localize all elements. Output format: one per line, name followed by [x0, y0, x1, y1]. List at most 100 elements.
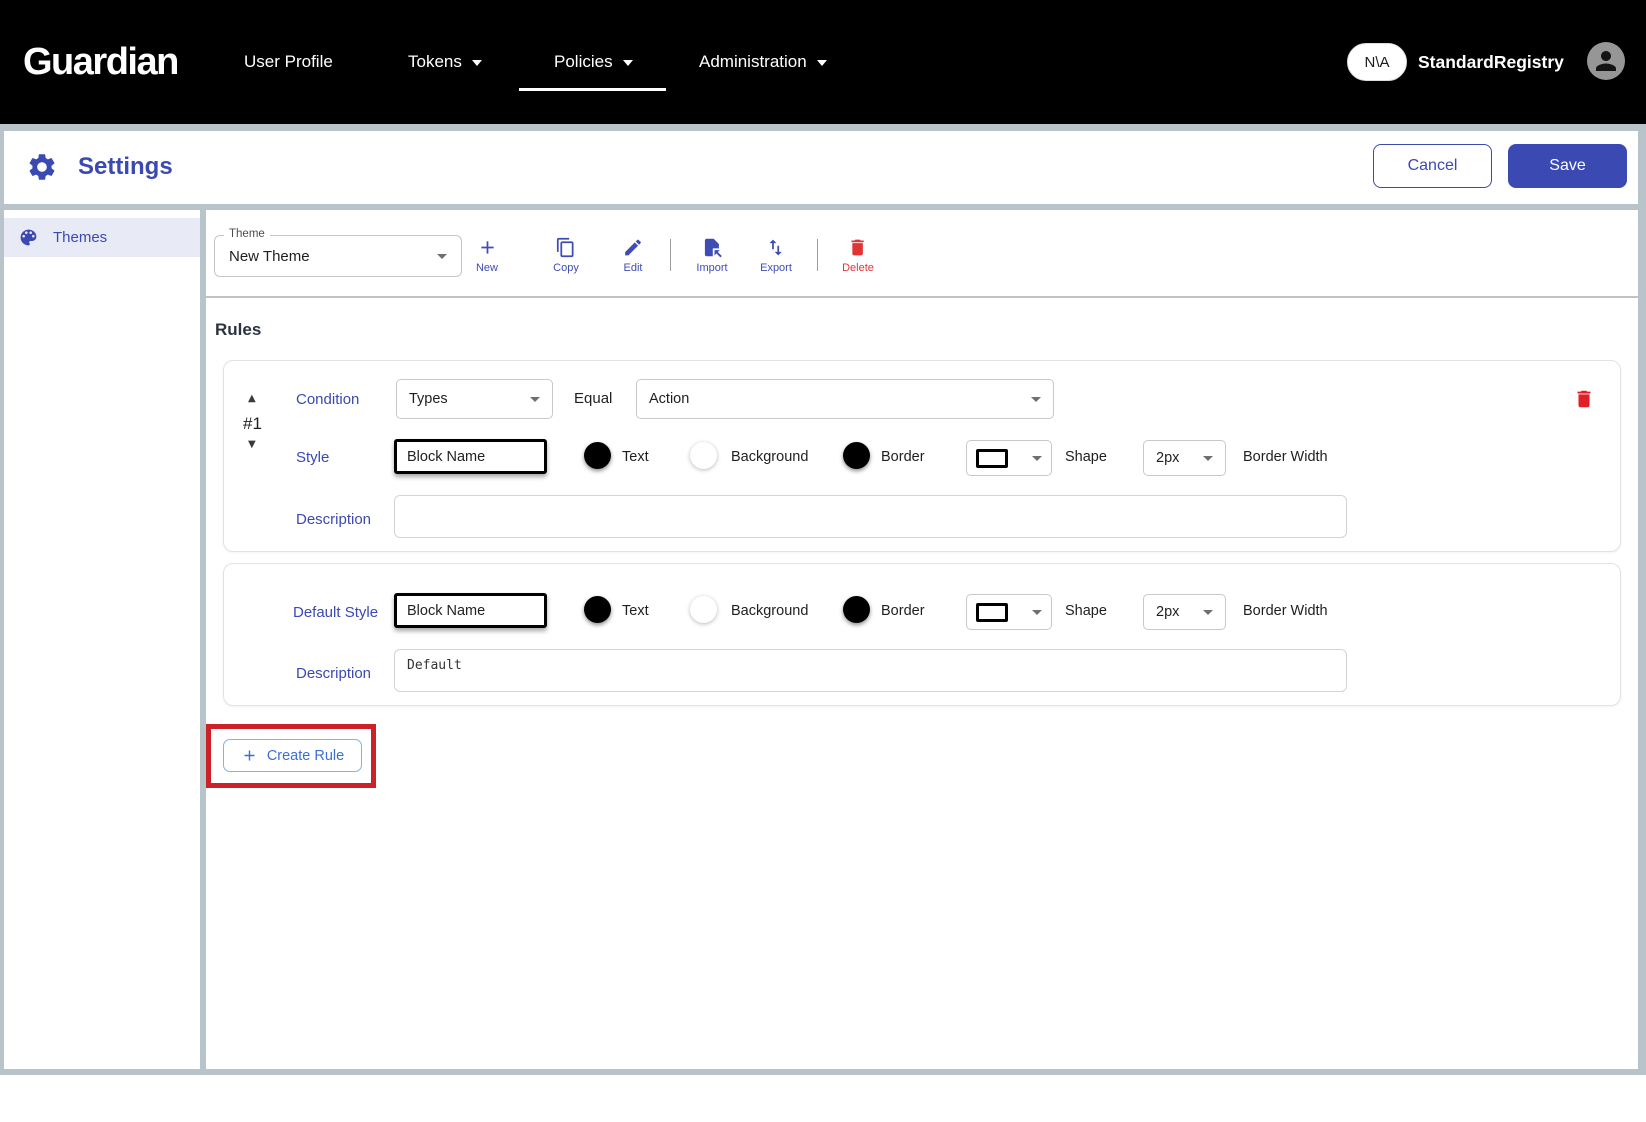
block-name-input[interactable] — [394, 593, 547, 628]
nav-label: Administration — [699, 52, 807, 72]
condition-type-value: Types — [409, 391, 448, 407]
chevron-down-icon — [1032, 456, 1042, 461]
toolbar-divider — [206, 296, 1638, 298]
default-style-card: Default Style Text Background Border Sha… — [223, 563, 1621, 706]
border-width-select[interactable]: 2px — [1143, 440, 1226, 476]
avatar[interactable] — [1587, 42, 1625, 80]
cancel-button[interactable]: Cancel — [1373, 144, 1492, 188]
border-color-swatch[interactable] — [843, 442, 870, 469]
sidebar-divider — [200, 210, 206, 1069]
trash-icon — [847, 237, 868, 258]
style-label: Style — [296, 449, 329, 466]
rectangle-swatch — [976, 449, 1008, 468]
shape-select[interactable] — [966, 594, 1052, 630]
text-swatch-label: Text — [622, 449, 649, 465]
rules-heading: Rules — [215, 320, 261, 340]
block-name-input[interactable] — [394, 439, 547, 474]
delete-theme-button[interactable]: Delete — [842, 237, 874, 274]
border-color-swatch[interactable] — [843, 596, 870, 623]
tool-label: Delete — [842, 262, 874, 274]
nav-label: Policies — [554, 52, 613, 72]
import-export-icon — [765, 237, 786, 258]
frame-border — [0, 124, 4, 1075]
trash-icon — [1573, 388, 1595, 410]
text-color-swatch[interactable] — [584, 596, 611, 623]
condition-type-select[interactable]: Types — [396, 379, 553, 419]
frame-border — [1638, 124, 1646, 1075]
border-swatch-label: Border — [881, 449, 925, 465]
nav-policies[interactable]: Policies — [554, 0, 633, 124]
background-color-swatch[interactable] — [690, 442, 717, 469]
chevron-down-icon — [1032, 610, 1042, 615]
gear-icon — [26, 151, 58, 188]
default-description-input[interactable]: Default — [394, 649, 1347, 692]
background-swatch-label: Background — [731, 449, 808, 465]
chevron-down-icon — [530, 397, 540, 402]
rule-index: #1 — [243, 414, 262, 434]
text-swatch-label: Text — [622, 603, 649, 619]
shape-select[interactable] — [966, 440, 1052, 476]
border-width-select[interactable]: 2px — [1143, 594, 1226, 630]
file-import-icon — [702, 237, 723, 258]
username-label: StandardRegistry — [1418, 0, 1564, 124]
condition-value-select[interactable]: Action — [636, 379, 1054, 419]
save-button[interactable]: Save — [1508, 144, 1627, 188]
brand-logo[interactable]: Guardian — [23, 0, 178, 124]
theme-select[interactable]: New Theme — [214, 235, 462, 277]
tool-label: Export — [760, 262, 792, 274]
default-style-label: Default Style — [293, 604, 378, 621]
export-theme-button[interactable]: Export — [760, 237, 792, 274]
chevron-down-icon — [817, 60, 827, 66]
background-color-swatch[interactable] — [690, 596, 717, 623]
nav-user-profile[interactable]: User Profile — [244, 0, 333, 124]
create-rule-button[interactable]: Create Rule — [223, 739, 362, 772]
app-window: Guardian User Profile Tokens Policies Ad… — [0, 0, 1646, 1122]
description-label: Description — [296, 665, 371, 682]
copy-theme-button[interactable]: Copy — [553, 237, 579, 274]
text-color-swatch[interactable] — [584, 442, 611, 469]
palette-icon — [18, 227, 39, 248]
tool-label: Copy — [553, 262, 579, 274]
border-width-label: Border Width — [1243, 603, 1328, 619]
sidebar-item-themes[interactable]: Themes — [4, 218, 200, 257]
nav-tokens[interactable]: Tokens — [408, 0, 482, 124]
border-width-label: Border Width — [1243, 449, 1328, 465]
frame-border — [0, 124, 1646, 131]
border-swatch-label: Border — [881, 603, 925, 619]
edit-theme-button[interactable]: Edit — [623, 237, 644, 274]
header-divider — [4, 204, 1638, 210]
chevron-down-icon — [623, 60, 633, 66]
tool-label: Edit — [624, 262, 643, 274]
person-icon — [1591, 46, 1621, 76]
import-theme-button[interactable]: Import — [696, 237, 727, 274]
chevron-down-icon — [1203, 610, 1213, 615]
nav-label: Tokens — [408, 52, 462, 72]
move-rule-down-button[interactable]: ▼ — [248, 440, 256, 450]
balance-badge: N\A — [1347, 43, 1407, 81]
new-theme-button[interactable]: New — [476, 237, 498, 274]
chevron-down-icon — [1031, 397, 1041, 402]
condition-value: Action — [649, 391, 689, 407]
create-rule-label: Create Rule — [267, 748, 344, 764]
page-title: Settings — [78, 153, 173, 181]
nav-label: User Profile — [244, 52, 333, 72]
rule-card-1: ▲ #1 ▼ Condition Types Equal Action Styl… — [223, 360, 1621, 552]
copy-icon — [556, 237, 577, 258]
sidebar-item-label: Themes — [53, 229, 107, 246]
rule-description-input[interactable] — [394, 495, 1347, 538]
rectangle-swatch — [976, 603, 1008, 622]
active-tab-underline — [519, 88, 666, 91]
background-swatch-label: Background — [731, 603, 808, 619]
top-navbar: Guardian User Profile Tokens Policies Ad… — [0, 0, 1646, 124]
move-rule-up-button[interactable]: ▲ — [248, 394, 256, 404]
theme-field-label: Theme — [224, 228, 270, 240]
theme-select-value: New Theme — [229, 248, 310, 265]
chevron-down-icon — [1203, 456, 1213, 461]
condition-label: Condition — [296, 391, 359, 408]
border-width-value: 2px — [1156, 450, 1179, 466]
description-label: Description — [296, 511, 371, 528]
tool-label: New — [476, 262, 498, 274]
nav-administration[interactable]: Administration — [699, 0, 827, 124]
delete-rule-button[interactable] — [1573, 388, 1595, 410]
operator-label: Equal — [574, 390, 612, 407]
